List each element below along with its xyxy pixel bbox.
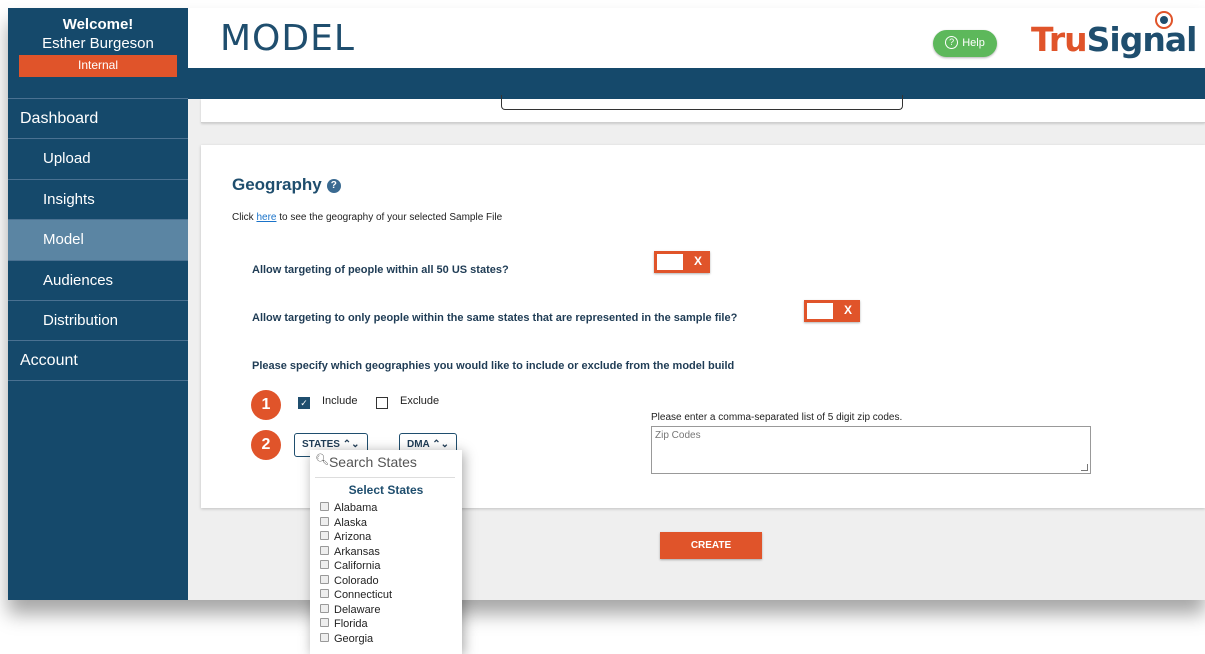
- sidebar: Welcome! Esther Burgeson Internal Dashbo…: [8, 8, 188, 600]
- state-checkbox[interactable]: [320, 560, 329, 569]
- exclude-checkbox[interactable]: [376, 397, 388, 409]
- sidebar-item-insights[interactable]: Insights: [8, 179, 188, 219]
- zip-codes-label: Please enter a comma-separated list of 5…: [651, 412, 903, 423]
- help-circle-icon[interactable]: ?: [326, 179, 341, 193]
- state-label: Connecticut: [334, 589, 393, 601]
- question-specify-geographies: Please specify which geographies you wou…: [252, 360, 735, 372]
- previous-field[interactable]: [501, 95, 903, 110]
- toggle-x-label: X: [693, 254, 702, 268]
- state-label: Delaware: [334, 603, 381, 616]
- state-option[interactable]: Arkansas: [320, 545, 460, 560]
- welcome-block: Welcome! Esther Burgeson: [8, 8, 188, 53]
- create-button[interactable]: CREATE: [660, 532, 762, 559]
- user-name: Esther Burgeson: [42, 35, 154, 52]
- chevron-updown-icon: ⌃⌄: [432, 439, 449, 450]
- state-label: Georgia: [334, 632, 374, 645]
- state-checkbox[interactable]: [320, 574, 329, 584]
- state-label: Alaska: [334, 516, 368, 529]
- question-same-states: Allow targeting to only people within th…: [252, 312, 738, 324]
- state-option[interactable]: Florida: [320, 617, 460, 632]
- state-option[interactable]: Alabama: [320, 501, 460, 516]
- states-dropdown-menu: 🔍︎Search States Select States Alabama Al…: [310, 450, 462, 654]
- state-checkbox[interactable]: [320, 502, 329, 511]
- state-label: Alabama: [334, 502, 378, 514]
- exclude-label: Exclude: [400, 395, 440, 407]
- state-checkbox[interactable]: [320, 516, 329, 526]
- sidebar-item-model[interactable]: Model: [8, 219, 188, 260]
- state-checkbox[interactable]: [320, 603, 329, 613]
- page-title: MODEL: [220, 18, 355, 59]
- logo-text-signal: Signal: [1086, 20, 1198, 59]
- resize-grip-icon[interactable]: [1081, 464, 1088, 471]
- note-prefix: Click: [232, 212, 257, 223]
- state-option[interactable]: Alaska: [320, 516, 460, 531]
- geography-note: Click here to see the geography of your …: [232, 212, 502, 223]
- geography-title-text: Geography: [232, 175, 322, 194]
- welcome-text: Welcome!: [62, 16, 134, 33]
- include-checkbox[interactable]: ✓: [298, 397, 310, 409]
- state-label: Florida: [334, 618, 368, 630]
- role-badge: Internal: [19, 55, 177, 77]
- state-checkbox[interactable]: [320, 545, 329, 555]
- sidebar-item-upload[interactable]: Upload: [8, 138, 188, 179]
- header: MODEL ? Help TruSignal: [188, 8, 1205, 68]
- state-label: Arizona: [334, 531, 372, 543]
- states-button-label: STATES: [302, 439, 340, 450]
- select-states-heading: Select States: [348, 483, 424, 497]
- state-checkbox[interactable]: [320, 632, 329, 642]
- question-icon: ?: [945, 36, 959, 49]
- search-placeholder: Search States: [328, 454, 417, 470]
- toggle-x-label: X: [843, 303, 852, 317]
- here-link[interactable]: here: [256, 212, 276, 223]
- search-states-input[interactable]: 🔍︎Search States: [315, 453, 455, 478]
- state-checkbox[interactable]: [320, 589, 329, 598]
- geography-title: Geography?: [232, 175, 341, 195]
- logo-text-tru: Tru: [1031, 20, 1088, 59]
- dma-button-label: DMA: [407, 439, 430, 450]
- zip-codes-placeholder: Zip Codes: [655, 430, 701, 441]
- toggle-knob: [657, 254, 683, 270]
- app-window: Welcome! Esther Burgeson Internal Dashbo…: [8, 8, 1205, 600]
- state-label: California: [334, 560, 381, 572]
- sidebar-item-dashboard[interactable]: Dashboard: [8, 98, 188, 138]
- sidebar-item-distribution[interactable]: Distribution: [8, 300, 188, 340]
- sidebar-item-audiences[interactable]: Audiences: [8, 260, 188, 300]
- state-option[interactable]: Delaware: [320, 603, 460, 618]
- state-option[interactable]: Colorado: [320, 574, 460, 589]
- help-label: Help: [962, 37, 985, 49]
- question-all-states: Allow targeting of people within all 50 …: [252, 264, 509, 276]
- note-suffix: to see the geography of your selected Sa…: [276, 212, 503, 223]
- trusignal-logo: TruSignal: [1031, 11, 1198, 59]
- help-button[interactable]: ? Help: [933, 30, 997, 57]
- state-option[interactable]: Connecticut: [320, 588, 460, 603]
- include-label: Include: [322, 395, 358, 407]
- state-checkbox[interactable]: [320, 618, 329, 627]
- same-states-toggle[interactable]: X: [804, 300, 860, 322]
- state-option[interactable]: Arizona: [320, 530, 460, 545]
- toggle-knob: [807, 303, 833, 319]
- search-icon: 🔍︎: [315, 454, 329, 466]
- previous-section-panel: [201, 95, 1205, 123]
- state-option[interactable]: California: [320, 559, 460, 574]
- sidebar-item-account[interactable]: Account: [8, 340, 188, 381]
- state-option[interactable]: Georgia: [320, 632, 460, 647]
- state-label: Arkansas: [334, 545, 380, 558]
- all-states-toggle[interactable]: X: [654, 251, 710, 273]
- signal-ring-icon: [1155, 11, 1173, 29]
- states-list: Alabama Alaska Arizona Arkansas Californ…: [320, 501, 460, 646]
- step-badge-2: 2: [251, 430, 281, 460]
- step-badge-1: 1: [251, 390, 281, 420]
- state-label: Colorado: [334, 574, 379, 587]
- zip-codes-textarea[interactable]: Zip Codes: [651, 426, 1091, 474]
- chevron-updown-icon: ⌃⌄: [342, 439, 360, 450]
- state-checkbox[interactable]: [320, 531, 329, 540]
